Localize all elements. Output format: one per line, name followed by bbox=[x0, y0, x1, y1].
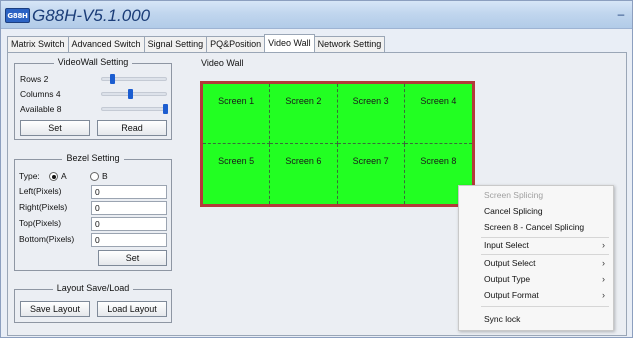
screen-3-label: Screen 3 bbox=[352, 96, 389, 106]
menu-label-sync-lock: Sync lock bbox=[484, 314, 521, 324]
type-b-radio[interactable] bbox=[90, 172, 99, 181]
layout-save-load-group: Layout Save/Load Save Layout Load Layout bbox=[14, 283, 172, 323]
screen-context-menu: Screen Splicing Cancel Splicing Screen 8… bbox=[458, 185, 614, 331]
menu-item-output-format[interactable]: Output Format › bbox=[459, 287, 613, 303]
bezel-setting-title: Bezel Setting bbox=[62, 153, 124, 163]
available-slider-track[interactable] bbox=[101, 107, 167, 111]
available-label: Available 8 bbox=[20, 104, 62, 114]
screen-4-cell[interactable]: Screen 4 bbox=[404, 84, 472, 144]
menu-separator bbox=[481, 306, 609, 307]
menu-label-input-select: Input Select bbox=[484, 240, 529, 250]
submenu-arrow-icon: › bbox=[602, 240, 605, 250]
layout-save-load-title: Layout Save/Load bbox=[52, 283, 134, 293]
screen-8-label: Screen 8 bbox=[420, 156, 457, 166]
video-wall-grid: Screen 1 Screen 2 Screen 3 Screen 4 Scre… bbox=[200, 81, 475, 207]
menu-item-cancel-splicing[interactable]: Cancel Splicing bbox=[459, 203, 613, 219]
menu-label-cancel-splicing: Cancel Splicing bbox=[484, 206, 543, 216]
videowall-setting-group: VideoWall Setting Rows 2 Columns 4 Avail… bbox=[14, 57, 172, 140]
screen-2-label: Screen 2 bbox=[285, 96, 322, 106]
app-window: G88H G88H-V5.1.000 – Matrix Switch Advan… bbox=[0, 0, 633, 338]
menu-item-screen8-cancel-splicing[interactable]: Screen 8 - Cancel Splicing bbox=[459, 219, 613, 235]
submenu-arrow-icon: › bbox=[602, 274, 605, 284]
rows-label: Rows 2 bbox=[20, 74, 49, 84]
columns-slider-thumb[interactable] bbox=[127, 89, 133, 99]
top-pixels-label: Top(Pixels) bbox=[19, 218, 62, 228]
minimize-button[interactable]: – bbox=[614, 7, 628, 21]
screen-2-cell[interactable]: Screen 2 bbox=[270, 84, 338, 144]
left-pixels-input[interactable]: 0 bbox=[91, 185, 167, 199]
screen-4-label: Screen 4 bbox=[420, 96, 457, 106]
menu-item-screen-splicing[interactable]: Screen Splicing bbox=[459, 187, 613, 203]
bottom-pixels-label: Bottom(Pixels) bbox=[19, 234, 75, 244]
screen-3-cell[interactable]: Screen 3 bbox=[337, 84, 405, 144]
tab-network-setting[interactable]: Network Setting bbox=[313, 36, 386, 52]
screen-5-label: Screen 5 bbox=[218, 156, 255, 166]
rows-slider-thumb[interactable] bbox=[109, 74, 115, 84]
screen-7-cell[interactable]: Screen 7 bbox=[338, 144, 405, 204]
menu-item-output-type[interactable]: Output Type › bbox=[459, 271, 613, 287]
menu-label-output-format: Output Format bbox=[484, 290, 539, 300]
screen-6-label: Screen 6 bbox=[285, 156, 322, 166]
menu-item-sync-lock[interactable]: Sync lock bbox=[459, 311, 613, 327]
menu-label-output-select: Output Select bbox=[484, 258, 536, 268]
menu-label-output-type: Output Type bbox=[484, 274, 531, 284]
load-layout-button[interactable]: Load Layout bbox=[97, 301, 167, 317]
available-slider-thumb[interactable] bbox=[163, 104, 168, 114]
video-wall-heading: Video Wall bbox=[201, 58, 244, 68]
bezel-setting-group: Bezel Setting Type: A B Left(Pixels) 0 R… bbox=[14, 153, 172, 271]
bottom-pixels-input[interactable]: 0 bbox=[91, 233, 167, 247]
window-title: G88H-V5.1.000 bbox=[32, 6, 151, 25]
screen-5-cell[interactable]: Screen 5 bbox=[203, 144, 271, 204]
type-a-radio[interactable] bbox=[49, 172, 58, 181]
tab-bar: Matrix Switch Advanced Switch Signal Set… bbox=[7, 34, 386, 52]
screen-1-label: Screen 1 bbox=[218, 96, 255, 106]
type-a-label: A bbox=[61, 171, 67, 181]
submenu-arrow-icon: › bbox=[602, 258, 605, 268]
right-pixels-label: Right(Pixels) bbox=[19, 202, 68, 212]
menu-label-screen8-cancel-splicing: Screen 8 - Cancel Splicing bbox=[484, 222, 585, 232]
tab-video-wall[interactable]: Video Wall bbox=[264, 34, 315, 52]
menu-label-screen-splicing: Screen Splicing bbox=[484, 190, 544, 200]
tab-signal-setting[interactable]: Signal Setting bbox=[143, 36, 208, 52]
videowall-set-button[interactable]: Set bbox=[20, 120, 90, 136]
menu-item-input-select[interactable]: Input Select › bbox=[459, 237, 613, 253]
columns-label: Columns 4 bbox=[20, 89, 61, 99]
screen-7-label: Screen 7 bbox=[352, 156, 389, 166]
save-layout-button[interactable]: Save Layout bbox=[20, 301, 90, 317]
submenu-arrow-icon: › bbox=[602, 290, 605, 300]
title-bar: G88H G88H-V5.1.000 – bbox=[1, 1, 632, 29]
videowall-read-button[interactable]: Read bbox=[97, 120, 167, 136]
type-label: Type: bbox=[19, 171, 40, 181]
type-b-label: B bbox=[102, 171, 108, 181]
tab-matrix-switch[interactable]: Matrix Switch bbox=[7, 36, 69, 52]
screen-1-cell[interactable]: Screen 1 bbox=[203, 84, 271, 144]
right-pixels-input[interactable]: 0 bbox=[91, 201, 167, 215]
tab-pq-position[interactable]: PQ&Position bbox=[206, 36, 266, 52]
bezel-set-button[interactable]: Set bbox=[98, 250, 167, 266]
screen-6-cell[interactable]: Screen 6 bbox=[270, 144, 338, 204]
columns-slider-track[interactable] bbox=[101, 92, 167, 96]
tab-advanced-switch[interactable]: Advanced Switch bbox=[67, 36, 145, 52]
top-pixels-input[interactable]: 0 bbox=[91, 217, 167, 231]
videowall-setting-title: VideoWall Setting bbox=[53, 57, 133, 67]
app-logo-icon: G88H bbox=[5, 8, 30, 23]
menu-item-output-select[interactable]: Output Select › bbox=[459, 255, 613, 271]
left-pixels-label: Left(Pixels) bbox=[19, 186, 62, 196]
